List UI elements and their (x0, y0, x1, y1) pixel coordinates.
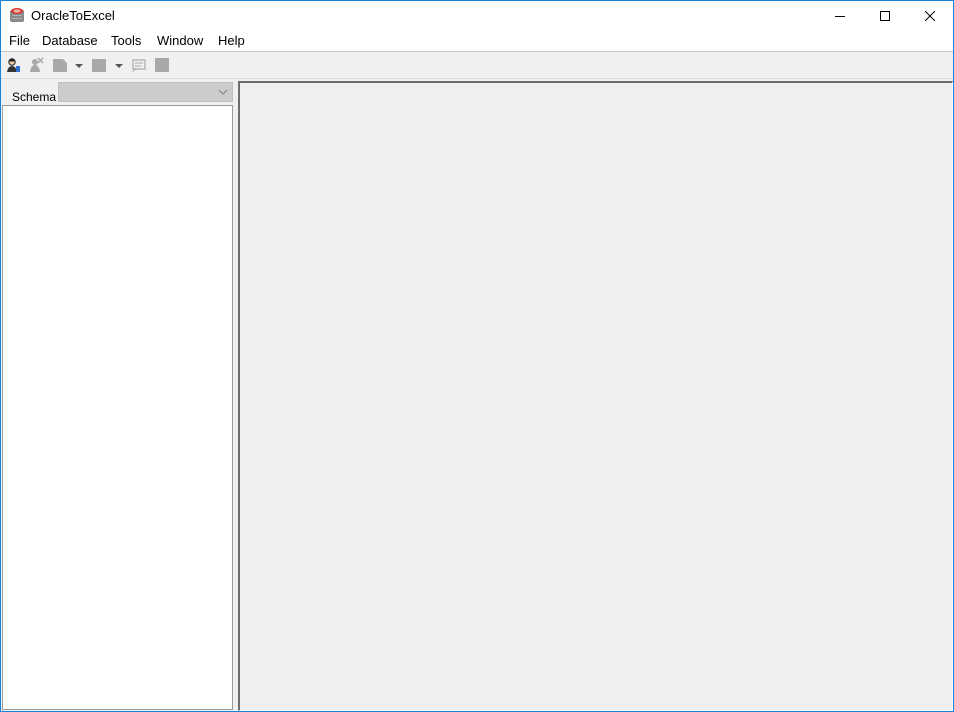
title-bar[interactable]: OracleToExcel (1, 1, 953, 31)
export-icon[interactable] (52, 57, 68, 73)
chevron-down-icon (218, 89, 228, 95)
main-window: OracleToExcel File Database Tools Window… (0, 0, 954, 712)
mdi-client-area[interactable] (238, 81, 953, 711)
sql-window-icon[interactable] (131, 57, 147, 73)
menu-database[interactable]: Database (41, 33, 99, 49)
window-title: OracleToExcel (31, 8, 115, 23)
toolbar (1, 52, 953, 79)
close-button[interactable] (907, 1, 953, 31)
stop-icon[interactable] (154, 57, 170, 73)
close-icon (925, 11, 935, 21)
oracle-db-icon (9, 7, 25, 23)
table-dropdown-icon[interactable] (115, 64, 123, 68)
schema-label: Schema (12, 90, 57, 104)
menu-window[interactable]: Window (156, 33, 204, 49)
maximize-icon (880, 11, 890, 21)
schema-tree[interactable] (2, 105, 233, 710)
schema-dropdown[interactable] (58, 82, 233, 102)
menu-file[interactable]: File (8, 33, 31, 49)
minimize-icon (835, 16, 845, 17)
connect-user-icon[interactable] (5, 57, 21, 73)
table-icon[interactable] (91, 57, 107, 73)
minimize-button[interactable] (817, 1, 863, 31)
menu-bar: File Database Tools Window Help (1, 31, 953, 52)
menu-help[interactable]: Help (217, 33, 246, 49)
disconnect-icon[interactable] (28, 57, 44, 73)
menu-tools[interactable]: Tools (110, 33, 142, 49)
schema-panel: Schema (1, 81, 235, 711)
export-dropdown-icon[interactable] (75, 64, 83, 68)
maximize-button[interactable] (862, 1, 908, 31)
